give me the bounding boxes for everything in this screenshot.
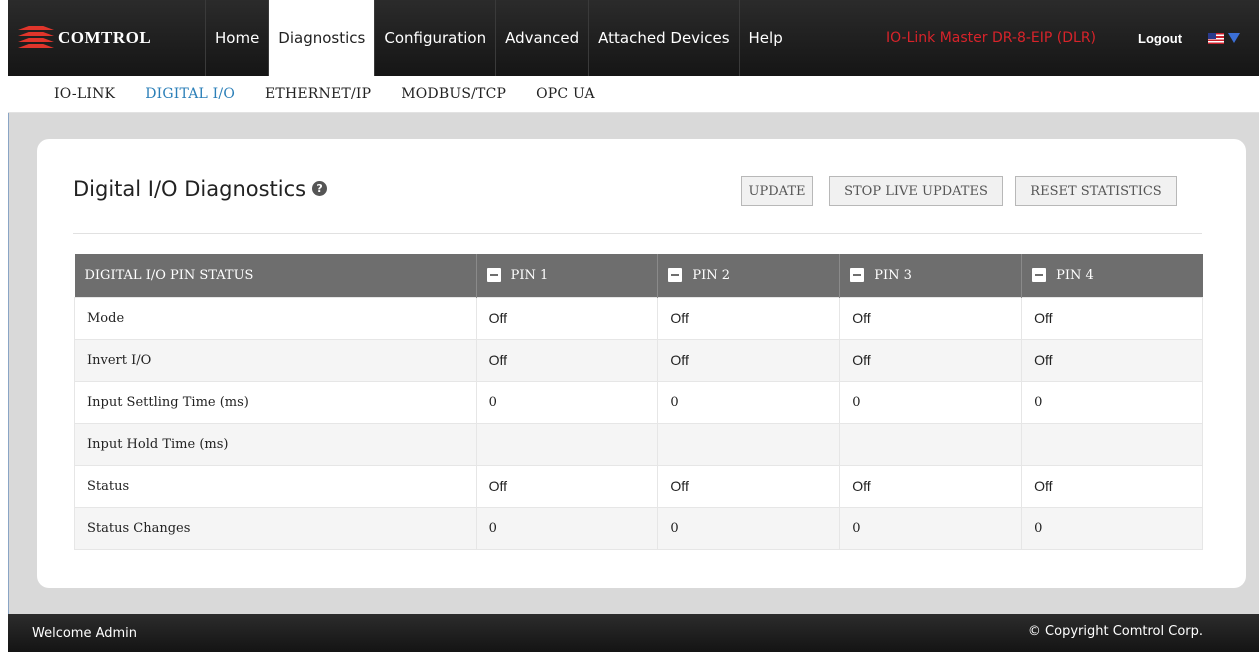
table-cell: 0 (839, 506, 1023, 550)
table-cell: Off (475, 464, 659, 508)
table-row: Status Changes 0 0 0 0 (74, 506, 1203, 550)
table-cell: Off (839, 338, 1023, 382)
table-row: Input Hold Time (ms) (74, 422, 1203, 466)
column-header-pin-2[interactable]: PIN 2 (657, 254, 841, 297)
table-cell (1021, 422, 1203, 466)
nav-advanced[interactable]: Advanced (495, 0, 588, 76)
subnav-modbus-tcp[interactable]: MODBUS/TCP (401, 86, 506, 102)
stop-live-updates-button[interactable]: STOP LIVE UPDATES (829, 176, 1003, 206)
caret-down-icon (1228, 33, 1240, 43)
subnav-ethernet-ip[interactable]: ETHERNET/IP (265, 86, 371, 102)
subnav-opc-ua[interactable]: OPC UA (536, 86, 595, 102)
table-cell: 0 (475, 380, 659, 424)
welcome-text: Welcome Admin (32, 626, 138, 641)
table-cell: Off (1021, 338, 1203, 382)
table-cell: Off (1021, 296, 1203, 340)
table-cell: Off (839, 296, 1023, 340)
nav-help[interactable]: Help (738, 0, 792, 76)
pin-label: PIN 1 (510, 267, 549, 283)
nav-diagnostics[interactable]: Diagnostics (268, 0, 375, 76)
row-label: Status Changes (74, 506, 477, 550)
table-cell (475, 422, 659, 466)
device-name: IO-Link Master DR-8-EIP (DLR) (886, 30, 1097, 46)
pin-label: PIN 3 (874, 267, 912, 283)
row-label: Input Hold Time (ms) (74, 422, 477, 466)
logout-link[interactable]: Logout (1138, 0, 1182, 76)
comtrol-logo-icon (18, 24, 54, 52)
nav-home[interactable]: Home (205, 0, 268, 76)
table-cell: Off (657, 464, 841, 508)
sub-navigation: IO-LINK DIGITAL I/O ETHERNET/IP MODBUS/T… (8, 76, 1259, 113)
subnav-digital-io[interactable]: DIGITAL I/O (145, 86, 235, 102)
row-label: Status (74, 464, 477, 508)
table-cell: 0 (657, 380, 841, 424)
table-cell: Off (1021, 464, 1203, 508)
column-header-pin-4[interactable]: PIN 4 (1021, 254, 1203, 297)
diagnostics-card: Digital I/O Diagnostics? UPDATE STOP LIV… (37, 139, 1246, 588)
column-header-pin-status: DIGITAL I/O PIN STATUS (74, 254, 477, 297)
pin-label: PIN 4 (1056, 267, 1094, 283)
nav-attached-devices[interactable]: Attached Devices (588, 0, 738, 76)
collapse-icon[interactable] (1032, 268, 1047, 283)
table-row: Mode Off Off Off Off (74, 296, 1203, 340)
us-flag-icon (1208, 32, 1224, 44)
top-navigation-bar: COMTROL Home Diagnostics Configuration A… (8, 0, 1259, 76)
table-header-row: DIGITAL I/O PIN STATUS PIN 1 PIN 2 PIN 3… (74, 254, 1203, 297)
table-cell: 0 (1021, 506, 1203, 550)
reset-statistics-button[interactable]: RESET STATISTICS (1015, 176, 1177, 206)
digital-io-pin-status-table: DIGITAL I/O PIN STATUS PIN 1 PIN 2 PIN 3… (74, 254, 1203, 550)
subnav-io-link[interactable]: IO-LINK (54, 86, 115, 102)
collapse-icon[interactable] (850, 268, 865, 283)
collapse-icon[interactable] (486, 268, 501, 283)
main-nav: Home Diagnostics Configuration Advanced … (205, 0, 792, 76)
column-header-pin-3[interactable]: PIN 3 (839, 254, 1023, 297)
divider (73, 233, 1202, 234)
copyright-text: © Copyright Comtrol Corp. (1027, 624, 1203, 639)
table-row: Input Settling Time (ms) 0 0 0 0 (74, 380, 1203, 424)
pin-label: PIN 2 (692, 267, 731, 283)
nav-configuration[interactable]: Configuration (374, 0, 495, 76)
row-label: Invert I/O (74, 338, 477, 382)
table-cell (839, 422, 1023, 466)
table-cell: Off (657, 338, 841, 382)
main-content: Digital I/O Diagnostics? UPDATE STOP LIV… (8, 113, 1259, 614)
table-cell: 0 (839, 380, 1023, 424)
row-label: Mode (74, 296, 477, 340)
comtrol-logo[interactable]: COMTROL (18, 20, 198, 56)
table-cell: Off (839, 464, 1023, 508)
update-button[interactable]: UPDATE (741, 176, 813, 206)
page-title: Digital I/O Diagnostics? (73, 177, 328, 201)
brand-name: COMTROL (58, 28, 152, 47)
row-label: Input Settling Time (ms) (74, 380, 477, 424)
table-cell: Off (475, 338, 659, 382)
column-header-pin-1[interactable]: PIN 1 (476, 254, 659, 297)
table-cell: 0 (657, 506, 841, 550)
footer: Welcome Admin © Copyright Comtrol Corp. (8, 614, 1259, 652)
table-cell: 0 (475, 506, 659, 550)
table-cell: Off (657, 296, 841, 340)
question-circle-icon[interactable]: ? (312, 180, 328, 196)
language-selector[interactable] (1208, 0, 1240, 76)
page-title-text: Digital I/O Diagnostics (73, 177, 307, 201)
table-row: Status Off Off Off Off (74, 464, 1203, 508)
collapse-icon[interactable] (668, 268, 683, 283)
table-cell: Off (475, 296, 659, 340)
table-row: Invert I/O Off Off Off Off (74, 338, 1203, 382)
table-cell (657, 422, 841, 466)
table-cell: 0 (1021, 380, 1203, 424)
